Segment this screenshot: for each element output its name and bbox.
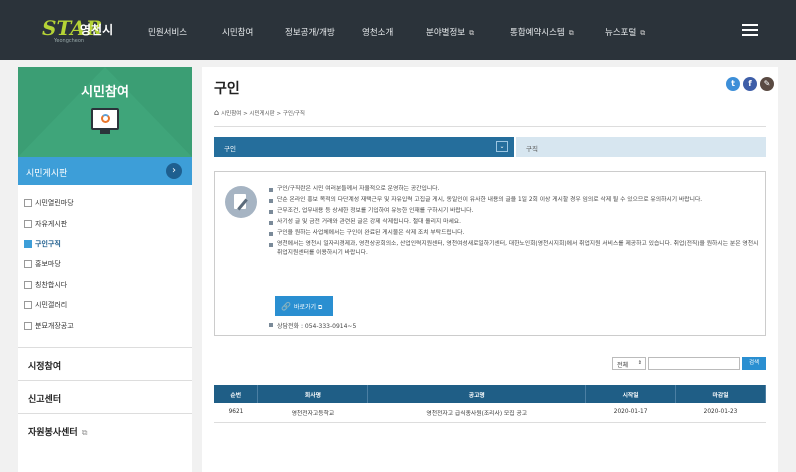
search-input[interactable] — [648, 357, 740, 370]
col-end-date: 마감일 — [675, 385, 766, 403]
cell-number: 9621 — [214, 403, 258, 423]
bullet-box-icon — [24, 280, 32, 289]
job-tabs: 구인 ⌄ 구직 — [214, 137, 766, 157]
notice-item: 단순 온라인 홍보 목적의 다단계성 재택근무 및 자유입력 고집글 게시, 동… — [269, 196, 759, 205]
external-link-icon: ⧉ — [568, 29, 574, 37]
sidebar-section-report-center[interactable]: 신고센터 — [18, 380, 192, 412]
sidebar-item-free-board[interactable]: 자유게시판 — [18, 213, 192, 233]
external-link-icon: ⧉ — [81, 428, 88, 437]
notice-item: 구인/구직란은 시민 여러분들께서 자율적으로 운영하는 공간입니다. — [269, 185, 759, 194]
bullet-box-icon — [24, 199, 32, 208]
chevron-down-icon[interactable]: ⌄ — [496, 141, 508, 152]
kakaostory-share-icon[interactable]: ✎ — [760, 77, 774, 91]
site-logo[interactable]: STAR 영천시 Yeongcheon — [42, 16, 128, 48]
nav-item-information-disclosure[interactable]: 정보공개/개방 — [285, 26, 335, 38]
nav-item-about-yeongcheon[interactable]: 영천소개 — [362, 26, 393, 38]
external-link-icon: ⧉ — [317, 304, 323, 311]
sidebar-item-grave-notice[interactable]: 분묘개장공고 — [18, 315, 192, 335]
sidebar-item-jobs[interactable]: 구인구직 — [18, 234, 192, 254]
col-start-date: 시작일 — [585, 385, 677, 403]
home-icon[interactable]: ⌂ — [214, 108, 219, 117]
sidebar-item-promotion[interactable]: 홍보마당 — [18, 254, 192, 274]
breadcrumb: ⌂ 시민참여 > 시민게시판 > 구인/구직 — [214, 108, 305, 117]
sidebar-item-praise[interactable]: 칭찬합시다 — [18, 275, 192, 295]
link-icon: 🔗 — [281, 302, 291, 311]
cell-start-date: 2020-01-17 — [585, 403, 676, 423]
col-company: 회사명 — [257, 385, 369, 403]
top-header: STAR 영천시 Yeongcheon 민원서비스 시민참여 정보공개/개방 영… — [0, 0, 796, 60]
job-table: 순번 회사명 공고명 시작일 마감일 9621 영천전자고등학교 영천전자고 급… — [214, 385, 766, 423]
logo-city-name: 영천시 — [80, 23, 114, 37]
cell-end-date: 2020-01-23 — [675, 403, 766, 423]
hamburger-menu-icon[interactable] — [742, 24, 758, 36]
logo-subtitle: Yeongcheon — [54, 38, 85, 44]
divider — [214, 126, 766, 127]
external-link-icon: ⧉ — [640, 29, 646, 37]
search-button[interactable]: 검색 — [742, 357, 766, 370]
consult-phone: 상담전화 : 054-333-0914~5 — [269, 321, 356, 330]
sidebar-title: 시민참여 — [81, 85, 129, 100]
tab-job-seek[interactable]: 구직 — [516, 137, 766, 157]
external-link-icon: ⧉ — [469, 29, 475, 37]
monitor-stand — [100, 130, 110, 134]
bullet-box-icon — [24, 301, 32, 310]
cell-title-link[interactable]: 영천전자고 급식종사원(조리사) 모집 공고 — [367, 403, 586, 423]
monitor-icon — [91, 108, 119, 130]
bullet-box-icon — [24, 239, 32, 248]
main-content: 구인 ⌂ 시민참여 > 시민게시판 > 구인/구직 t f ✎ 구인 ⌄ 구직 구… — [202, 67, 778, 472]
chevron-right-icon[interactable]: › — [166, 163, 182, 179]
bullet-box-icon — [24, 219, 32, 228]
cell-company: 영천전자고등학교 — [257, 403, 368, 423]
col-title: 공고명 — [367, 385, 587, 403]
tab-job-offer[interactable]: 구인 ⌄ — [214, 137, 514, 157]
sidebar-section-volunteer-center[interactable]: 자원봉사센터 ⧉ — [18, 413, 192, 445]
page-title: 구인 — [214, 81, 240, 97]
notice-item: 근무조건, 업무내용 등 상세한 정보를 기입하여 유능한 인재를 구하시기 바… — [269, 207, 759, 216]
breadcrumb-path[interactable]: 시민참여 > 시민게시판 > 구인/구직 — [221, 111, 305, 117]
bullet-box-icon — [24, 260, 32, 269]
bullet-box-icon — [24, 321, 32, 330]
notice-item: 구인을 원하는 사업체에서는 구인이 완료된 게시물은 삭제 조치 부탁드립니다… — [269, 229, 759, 238]
nav-item-civil-service[interactable]: 민원서비스 — [148, 26, 187, 38]
select-arrow-icon: ⇕ — [637, 360, 642, 366]
nav-item-news-portal[interactable]: 뉴스포털 ⧉ — [605, 26, 645, 38]
twitter-share-icon[interactable]: t — [726, 77, 740, 91]
notice-box: 구인/구직란은 시민 여러분들께서 자율적으로 운영하는 공간입니다. 단순 온… — [214, 171, 766, 336]
notice-item: 사기성 글 및 금전 거래와 관련된 글은 강제 삭제됩니다. 절대 올리지 마… — [269, 218, 759, 227]
nav-item-field-info[interactable]: 분야별정보 ⧉ — [426, 26, 474, 38]
sidebar-item-gallery[interactable]: 시민갤러리 — [18, 295, 192, 315]
notice-pencil-icon — [225, 186, 257, 218]
table-header-row: 순번 회사명 공고명 시작일 마감일 — [214, 385, 766, 403]
shortcut-button[interactable]: 🔗 바로가기 ⧉ — [275, 296, 333, 316]
sidebar-submenu: 시민열린마당 자유게시판 구인구직 홍보마당 칭찬합시다 시민갤러리 분묘개장공… — [18, 193, 192, 336]
sidebar-section-citizen-board[interactable]: 시민게시판 › — [18, 157, 192, 185]
sidebar: 시민참여 시민게시판 › 시민열린마당 자유게시판 구인구직 홍보마당 칭찬합시… — [18, 67, 192, 472]
sidebar-section-label: 시민게시판 — [26, 169, 68, 179]
table-row[interactable]: 9621 영천전자고등학교 영천전자고 급식종사원(조리사) 모집 공고 202… — [214, 403, 766, 423]
notice-item: 영천에서는 영천시 일자리경제과, 영천상공회의소, 산업인력지원센터, 영천여… — [269, 240, 759, 258]
sidebar-item-open-forum[interactable]: 시민열린마당 — [18, 193, 192, 213]
search-scope-select[interactable]: 전체 ⇕ — [612, 357, 646, 370]
facebook-share-icon[interactable]: f — [743, 77, 757, 91]
sidebar-section-city-participation[interactable]: 시정참여 — [18, 347, 192, 379]
notice-list: 구인/구직란은 시민 여러분들께서 자율적으로 운영하는 공간입니다. 단순 온… — [269, 185, 759, 260]
nav-item-reservation-system[interactable]: 통합예약시스템 ⧉ — [510, 26, 574, 38]
col-number: 순번 — [214, 385, 259, 403]
nav-item-citizen-participation[interactable]: 시민참여 — [222, 26, 253, 38]
sidebar-hero: 시민참여 — [18, 67, 192, 157]
